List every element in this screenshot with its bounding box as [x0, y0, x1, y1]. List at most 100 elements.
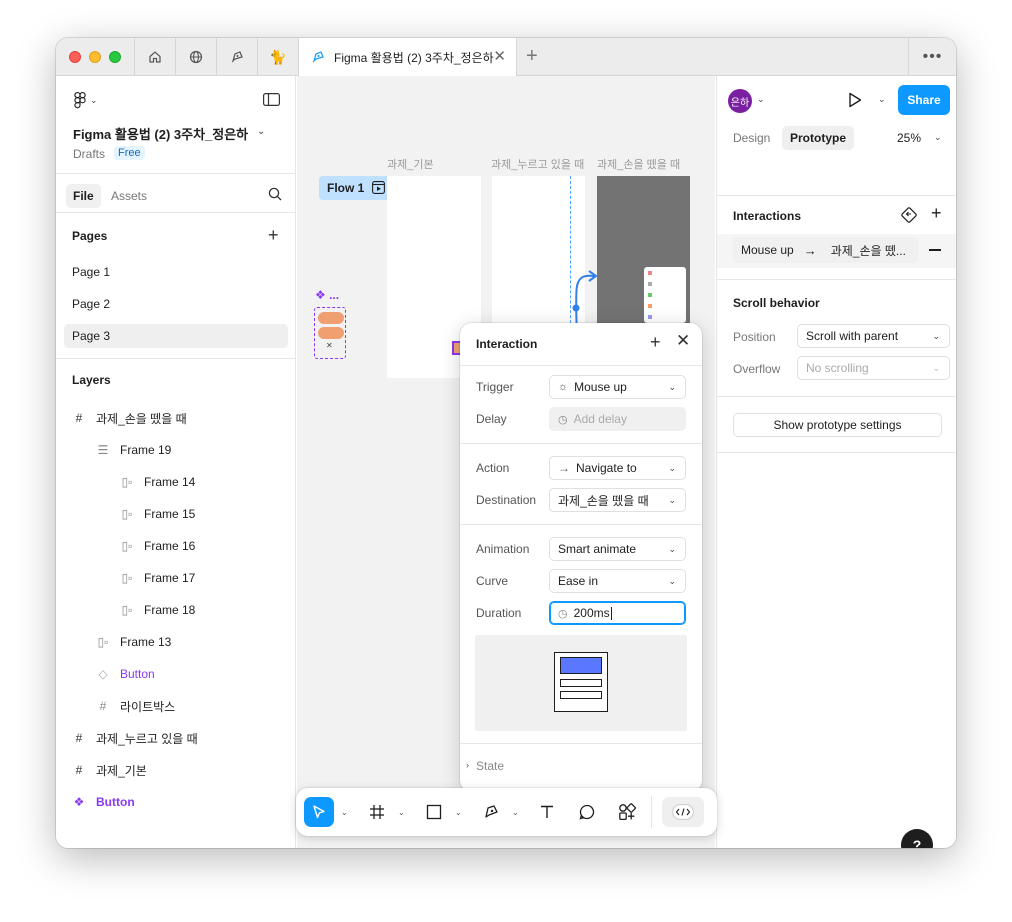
file-location[interactable]: Drafts	[73, 147, 105, 161]
play-flow-icon[interactable]	[372, 181, 385, 194]
chevron-down-icon[interactable]: ⌄	[512, 808, 519, 817]
layer-item[interactable]: # 과제_누르고 있을 때	[72, 726, 198, 750]
present-play-icon[interactable]	[848, 92, 862, 111]
plan-badge: Free	[114, 146, 145, 160]
layer-item[interactable]: ☰ Frame 19	[96, 438, 172, 462]
tab-active-file[interactable]: Figma 활용법 (2) 3주차_정은하 ✕	[298, 38, 517, 76]
new-tab-plus-icon[interactable]: +	[526, 46, 538, 66]
share-button[interactable]: Share	[898, 85, 950, 115]
flow-starting-point[interactable]: Flow 1	[319, 176, 391, 200]
frame-tool-icon[interactable]	[362, 797, 392, 827]
auto-layout-horizontal-icon: ▯▫	[97, 635, 109, 649]
rectangle-tool-icon[interactable]	[419, 797, 449, 827]
chevron-down-icon[interactable]: ⌄	[878, 94, 886, 105]
page-item-selected[interactable]: Page 3	[64, 324, 288, 348]
layer-item[interactable]: # 라이트박스	[96, 694, 176, 718]
pen-tool-tab-icon[interactable]	[216, 38, 257, 76]
flow-direction-icon[interactable]	[900, 206, 918, 227]
chevron-down-icon[interactable]: ⌄	[455, 808, 462, 817]
divider	[56, 358, 296, 359]
layer-item[interactable]: ▯▫ Frame 15	[120, 502, 196, 526]
zoom-level[interactable]: 25%	[897, 131, 921, 145]
layer-item[interactable]: ▯▫ Frame 16	[120, 534, 196, 558]
minimize-window-button[interactable]	[89, 51, 101, 63]
add-interaction-plus-icon[interactable]: +	[931, 204, 942, 222]
zoom-window-button[interactable]	[109, 51, 121, 63]
interactions-title: Interactions	[733, 209, 802, 223]
auto-layout-vertical-icon: ☰	[97, 443, 109, 457]
overflow-select[interactable]: No scrolling ⌄	[797, 356, 950, 380]
close-icon[interactable]: ✕	[676, 332, 690, 349]
duration-input[interactable]: ◷ 200ms	[549, 601, 686, 625]
interaction-row[interactable]: Mouse up → 과제_손을 뗐...	[733, 237, 918, 263]
layers-title: Layers	[72, 373, 111, 387]
close-tab-icon[interactable]: ✕	[493, 49, 506, 64]
dev-mode-toggle-icon[interactable]	[662, 797, 704, 827]
auto-layout-horizontal-icon: ▯▫	[121, 571, 133, 585]
file-name[interactable]: Figma 활용법 (2) 3주차_정은하	[73, 124, 248, 143]
component-set-label[interactable]: ❖ ...	[315, 288, 339, 302]
state-section[interactable]: State	[476, 759, 504, 773]
layer-item[interactable]: # 과제_기본	[72, 758, 147, 782]
add-page-plus-icon[interactable]: +	[268, 226, 279, 244]
home-icon[interactable]	[134, 38, 175, 76]
chevron-down-icon: ⌄	[668, 463, 676, 473]
destination-select[interactable]: 과제_손을 뗐을 때 ⌄	[549, 488, 686, 512]
chevron-down-icon[interactable]: ⌄	[341, 808, 348, 817]
globe-icon[interactable]	[175, 38, 216, 76]
layer-item[interactable]: ▯▫ Frame 13	[96, 630, 172, 654]
curve-select[interactable]: Ease in ⌄	[549, 569, 686, 593]
position-select[interactable]: Scroll with parent ⌄	[797, 324, 950, 348]
duration-label: Duration	[476, 606, 522, 620]
comment-tool-icon[interactable]	[572, 797, 602, 827]
chevron-down-icon[interactable]: ⌄	[257, 126, 265, 137]
component-set[interactable]: ✕	[314, 307, 346, 359]
add-action-plus-icon[interactable]: +	[650, 333, 661, 351]
layer-item[interactable]: ▯▫ Frame 14	[120, 470, 196, 494]
animation-select[interactable]: Smart animate ⌄	[549, 537, 686, 561]
chevron-down-icon[interactable]: ⌄	[757, 94, 765, 105]
layer-item[interactable]: ▯▫ Frame 18	[120, 598, 196, 622]
frame-label[interactable]: 과제_누르고 있을 때	[491, 156, 584, 172]
chevron-down-icon: ⌄	[932, 331, 940, 341]
more-options-icon[interactable]: •••	[908, 38, 956, 76]
sidebar-toggle-icon[interactable]	[263, 93, 281, 109]
remove-interaction-icon[interactable]	[929, 249, 941, 251]
delay-input[interactable]: ◷ Add delay	[549, 407, 686, 431]
text-tool-icon[interactable]	[532, 797, 562, 827]
resources-tool-icon[interactable]	[612, 797, 642, 827]
chevron-down-icon[interactable]: ⌄	[398, 808, 405, 817]
page-item[interactable]: Page 1	[64, 260, 288, 284]
tab-design[interactable]: Design	[725, 126, 778, 150]
arrow-right-icon: →	[558, 461, 570, 475]
auto-layout-horizontal-icon: ▯▫	[121, 475, 133, 489]
tab-file[interactable]: File	[66, 184, 101, 208]
layer-item[interactable]: ◇ Button	[96, 662, 154, 686]
cat-emoji-tab-icon[interactable]: 🐈	[257, 38, 298, 76]
trigger-select[interactable]: ☼ Mouse up ⌄	[549, 375, 686, 399]
timer-icon: ◷	[558, 607, 568, 620]
frame-icon: #	[75, 763, 83, 777]
figma-menu[interactable]: ⌄	[74, 92, 98, 109]
layer-item[interactable]: ❖ Button	[72, 790, 135, 814]
tab-assets[interactable]: Assets	[104, 184, 154, 208]
animation-label: Animation	[476, 542, 530, 556]
frame-label[interactable]: 과제_손을 뗐을 때	[597, 156, 680, 172]
layer-item[interactable]: ▯▫ Frame 17	[120, 566, 196, 590]
avatar[interactable]: 은하	[728, 89, 752, 113]
chevron-down-icon[interactable]: ⌄	[934, 132, 942, 143]
help-button[interactable]: ?	[901, 829, 933, 848]
search-icon[interactable]	[268, 187, 282, 204]
frame-label[interactable]: 과제_기본	[387, 156, 434, 172]
page-item[interactable]: Page 2	[64, 292, 288, 316]
layer-item[interactable]: # 과제_손을 뗐을 때	[72, 406, 187, 430]
close-window-button[interactable]	[69, 51, 81, 63]
move-tool-icon[interactable]	[304, 797, 334, 827]
show-prototype-settings-button[interactable]: Show prototype settings	[733, 413, 942, 437]
tab-prototype[interactable]: Prototype	[782, 126, 855, 150]
chevron-right-icon[interactable]: ›	[466, 760, 469, 770]
pen-tool-icon[interactable]	[476, 797, 506, 827]
action-select[interactable]: → Navigate to ⌄	[549, 456, 686, 480]
title-bar: 🐈 Figma 활용법 (2) 3주차_정은하 ✕ + •••	[56, 38, 956, 76]
chevron-down-icon: ⌄	[90, 95, 98, 105]
